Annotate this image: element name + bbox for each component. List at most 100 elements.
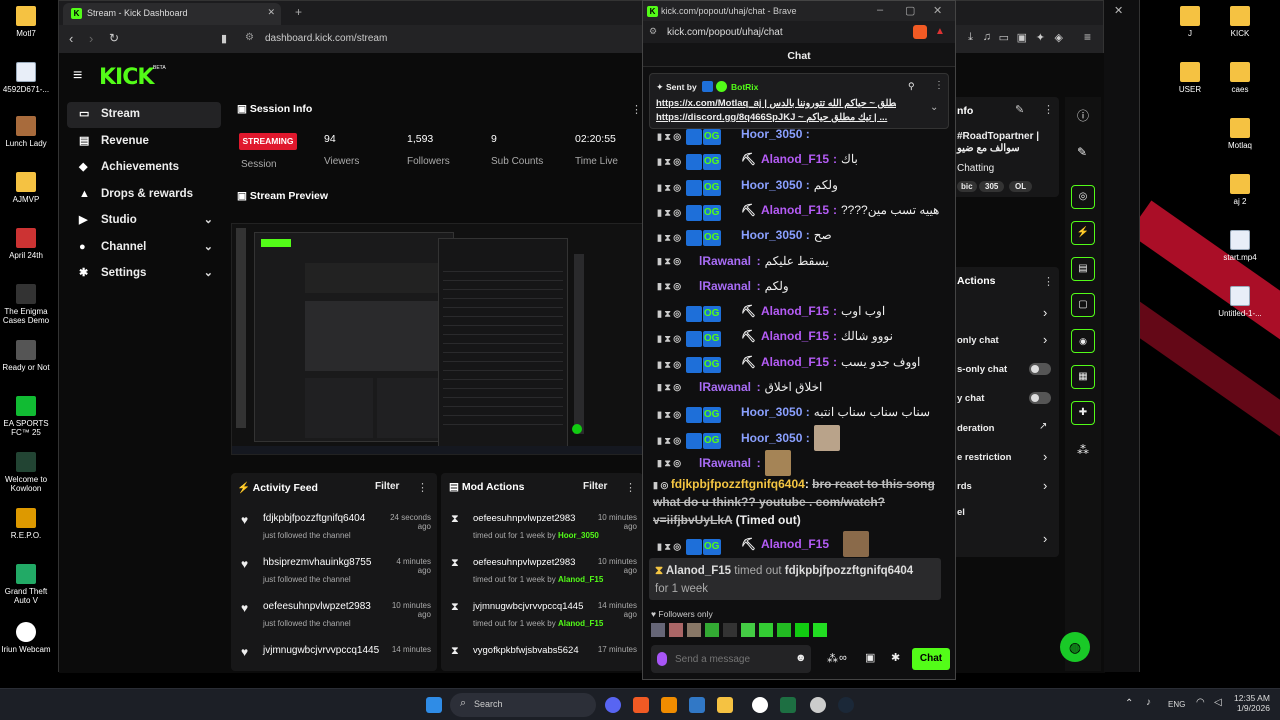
chat-username[interactable]: Alanod_F15 bbox=[761, 203, 829, 217]
desktop-icon[interactable]: aj 2 bbox=[1210, 174, 1270, 206]
pinned-message[interactable]: ✦ Sent by BotRix ⚲ ⋮ https://x.com/Motla… bbox=[649, 73, 949, 129]
chevron-right-icon[interactable]: › bbox=[1043, 449, 1047, 464]
desktop-icon[interactable]: EA SPORTS FC™ 25 bbox=[0, 396, 56, 437]
desktop-icon[interactable]: start.mp4 bbox=[1210, 230, 1270, 262]
mod-target-user[interactable]: jvjmnugwbcjvrvvpccq1445 bbox=[473, 601, 583, 612]
desktop-icon[interactable]: Lunch Lady bbox=[0, 116, 56, 148]
pinned-line-2[interactable]: https://discord.gg/8q466SpJKJ ~ تيك مطلق… bbox=[656, 112, 896, 123]
notice-actor[interactable]: Alanod_F15 bbox=[666, 565, 731, 577]
chevron-up-icon[interactable]: ⌃ bbox=[1125, 698, 1133, 709]
chat-username[interactable]: lRawanal bbox=[699, 380, 751, 394]
stream-preview-video[interactable] bbox=[231, 223, 643, 455]
nav-revenue[interactable]: ▤ Revenue bbox=[67, 129, 221, 155]
emote-icon[interactable] bbox=[813, 623, 827, 637]
vpn-icon[interactable]: ◈ bbox=[1055, 31, 1063, 44]
chat-username[interactable]: Hoor_3050 bbox=[741, 228, 802, 242]
discord-icon[interactable] bbox=[605, 697, 621, 713]
info-icon[interactable]: ⓘ bbox=[1077, 107, 1089, 124]
steam-icon[interactable] bbox=[838, 697, 854, 713]
wifi-icon[interactable]: ◠ bbox=[1196, 697, 1205, 708]
chevron-down-icon[interactable]: ⌄ bbox=[930, 102, 938, 113]
more-icon[interactable]: ⋮ bbox=[417, 481, 428, 494]
chat-username[interactable]: fdjkpbjfpozzftgnifq6404 bbox=[671, 477, 805, 491]
desktop-icon[interactable]: April 24th bbox=[0, 228, 56, 260]
chat-action-item[interactable]: only chat bbox=[957, 335, 999, 346]
camera-icon[interactable]: ◎ bbox=[1071, 185, 1095, 209]
emote-icon[interactable] bbox=[651, 623, 665, 637]
chat-username[interactable]: lRawanal bbox=[699, 456, 751, 470]
chevron-right-icon[interactable]: › bbox=[1043, 332, 1047, 347]
pencil-icon[interactable]: ✎ bbox=[1077, 145, 1087, 159]
mod-target-user[interactable]: oefeesuhnpvlwpzet2983 bbox=[473, 513, 575, 524]
chat-username[interactable]: Alanod_F15 bbox=[761, 329, 829, 343]
desktop-icon[interactable]: The Enigma Cases Demo bbox=[0, 284, 56, 325]
file-explorer-icon[interactable] bbox=[717, 697, 733, 713]
leo-ai-icon[interactable]: ✦ bbox=[1036, 31, 1045, 44]
emoji-icon[interactable]: ☻ bbox=[795, 652, 807, 664]
download-icon[interactable]: ⤓ bbox=[968, 31, 973, 44]
activity-filter-button[interactable]: Filter bbox=[375, 481, 399, 492]
clock[interactable]: 12:35 AM 1/9/2026 bbox=[1234, 693, 1270, 713]
maximize-icon[interactable]: ▢ bbox=[905, 4, 915, 17]
mod-filter-button[interactable]: Filter bbox=[583, 481, 607, 492]
bookmark-icon[interactable]: ▮ bbox=[221, 32, 227, 45]
rewards-icon[interactable]: ▲ bbox=[935, 26, 945, 37]
more-widgets-icon[interactable]: ⁂ bbox=[1077, 443, 1089, 457]
more-icon[interactable]: ⋮ bbox=[1043, 275, 1054, 288]
close-window-icon[interactable]: ✕ bbox=[1114, 4, 1123, 17]
desktop-icon[interactable]: 4592D671-... bbox=[0, 62, 56, 94]
mod-by-user[interactable]: Alanod_F15 bbox=[558, 575, 603, 584]
mic-tray-icon[interactable]: ♪ bbox=[1146, 697, 1151, 708]
nav-settings[interactable]: ✱ Settings ⌄ bbox=[67, 261, 221, 287]
toggle-switch[interactable] bbox=[1029, 363, 1051, 375]
emote-icon[interactable] bbox=[795, 623, 809, 637]
chat-action-item[interactable]: el bbox=[957, 507, 965, 518]
back-icon[interactable]: ‹ bbox=[69, 31, 73, 46]
activity-user[interactable]: hbsiprezmvhauinkg8755 bbox=[263, 557, 371, 568]
desktop-icon[interactable]: Motl7 bbox=[0, 6, 56, 38]
more-icon[interactable]: ⋮ bbox=[934, 80, 944, 91]
emote-icon[interactable] bbox=[741, 623, 755, 637]
mod-target-user[interactable]: vygofkpkbfwjsbvabs5624 bbox=[473, 645, 579, 656]
gift-icon[interactable]: ▣ bbox=[865, 651, 875, 664]
desktop-icon[interactable]: caes bbox=[1210, 62, 1270, 94]
chat-username[interactable]: Alanod_F15 bbox=[761, 537, 829, 551]
activity-user[interactable]: oefeesuhnpvlwpzet2983 bbox=[263, 601, 371, 612]
chat-username[interactable]: Alanod_F15 bbox=[761, 304, 829, 318]
lightning-icon[interactable]: ⚡ bbox=[1071, 221, 1095, 245]
app-icon[interactable] bbox=[661, 697, 677, 713]
new-tab-icon[interactable]: + bbox=[295, 5, 302, 19]
mic-icon[interactable] bbox=[657, 652, 667, 666]
wallet-icon[interactable]: ▣ bbox=[1017, 31, 1027, 44]
sidebar-icon[interactable]: ▭ bbox=[999, 31, 1009, 44]
external-link-icon[interactable]: ↗ bbox=[1039, 421, 1047, 432]
desktop-icon[interactable]: Untitled-1-... bbox=[1210, 286, 1270, 318]
url-field[interactable]: dashboard.kick.com/stream bbox=[265, 33, 387, 44]
desktop-icon[interactable]: Motlaq bbox=[1210, 118, 1270, 150]
chat-username[interactable]: Hoor_3050 bbox=[741, 431, 802, 445]
site-info-icon[interactable]: ⚙ bbox=[245, 32, 254, 43]
desktop-icon[interactable]: KICK bbox=[1210, 6, 1270, 38]
chat-username[interactable]: Alanod_F15 bbox=[761, 355, 829, 369]
support-chat-icon[interactable]: ◍ bbox=[1060, 632, 1090, 662]
close-icon[interactable]: ✕ bbox=[933, 4, 942, 17]
excel-icon[interactable] bbox=[780, 697, 796, 713]
forward-icon[interactable]: › bbox=[89, 31, 93, 46]
toggle-switch[interactable] bbox=[1029, 392, 1051, 404]
hamburger-menu-icon[interactable]: ≡ bbox=[73, 67, 82, 85]
emote-icon[interactable] bbox=[723, 623, 737, 637]
nav-studio[interactable]: ▶ Studio ⌄ bbox=[67, 208, 221, 234]
chat-username[interactable]: Hoor_3050 bbox=[741, 127, 802, 141]
brave-icon[interactable] bbox=[633, 697, 649, 713]
chat-bubble-icon[interactable]: ▢ bbox=[1071, 293, 1095, 317]
unpin-icon[interactable]: ⚲ bbox=[908, 81, 915, 92]
more-icon[interactable]: ⋮ bbox=[631, 103, 642, 116]
taskbar-search[interactable]: ⌕ Search bbox=[450, 693, 596, 717]
mod-by-user[interactable]: Alanod_F15 bbox=[558, 619, 603, 628]
send-chat-button[interactable]: Chat bbox=[912, 648, 950, 670]
emote-icon[interactable] bbox=[669, 623, 683, 637]
notice-target[interactable]: fdjkpbjfpozzftgnifq6404 bbox=[785, 565, 913, 577]
desktop-icon[interactable]: Grand Theft Auto V bbox=[0, 564, 56, 605]
minimize-icon[interactable]: – bbox=[877, 4, 883, 16]
app-icon[interactable] bbox=[810, 697, 826, 713]
